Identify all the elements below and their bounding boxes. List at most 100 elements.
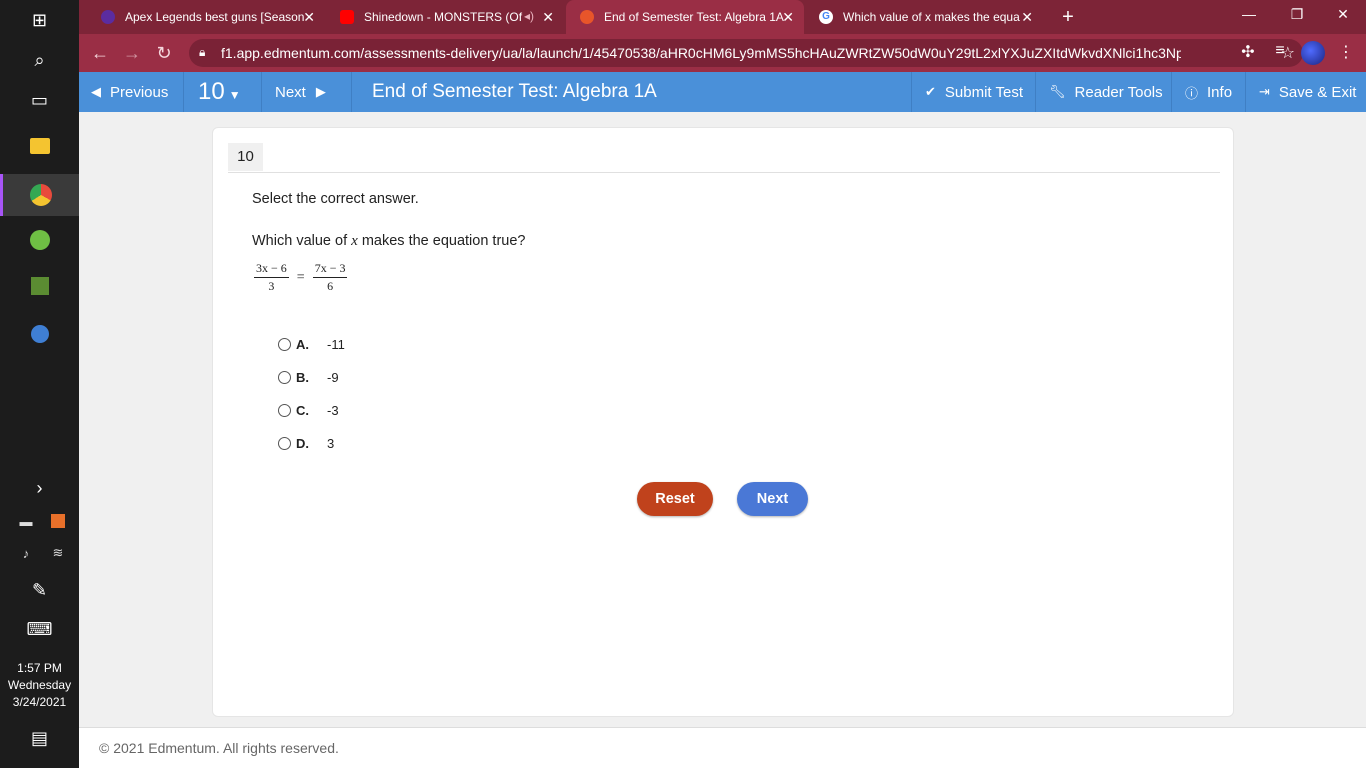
- previous-button[interactable]: ◀ Previous: [79, 72, 184, 112]
- close-icon[interactable]: ✕: [782, 9, 794, 26]
- minecraft-taskbar-icon[interactable]: [0, 266, 79, 306]
- close-icon[interactable]: ✕: [303, 9, 315, 26]
- question-prompt: Which value of x makes the equation true…: [252, 233, 525, 250]
- restore-icon[interactable]: ❐: [1287, 6, 1307, 23]
- audio-playing-icon[interactable]: ◂): [524, 9, 534, 23]
- choice-value: 3: [327, 435, 335, 451]
- file-explorer-icon[interactable]: [0, 126, 79, 166]
- radio-button[interactable]: [278, 403, 291, 417]
- lock-icon[interactable]: 🔒︎: [199, 45, 205, 60]
- question-instruction: Select the correct answer.: [252, 191, 419, 207]
- address-bar[interactable]: 🔒︎ f1.app.edmentum.com/assessments-deliv…: [189, 39, 1303, 67]
- windows-taskbar: ⊞ ⌕ ▭ › ▬ ♪ ≋ ✎ ⌨ 1:57 PM Wednesday 3/24…: [0, 0, 79, 768]
- next-button[interactable]: Next: [737, 482, 808, 516]
- app2-taskbar-icon[interactable]: [0, 314, 79, 354]
- prompt-after: makes the equation true?: [357, 233, 526, 249]
- equation: 3x − 6 3 = 7x − 3 6: [254, 261, 348, 294]
- right-denominator: 6: [327, 279, 334, 293]
- sign-out-icon: ⇥: [1259, 84, 1270, 99]
- profile-avatar[interactable]: [1301, 41, 1325, 65]
- task-view-icon[interactable]: ▭: [0, 80, 79, 120]
- tray-app-icon[interactable]: [48, 511, 68, 531]
- system-clock[interactable]: 1:57 PM Wednesday 3/24/2021: [0, 660, 79, 711]
- previous-label: Previous: [110, 83, 169, 101]
- reset-button[interactable]: Reset: [637, 482, 713, 516]
- question-selector-dropdown[interactable]: 10 ▼: [184, 72, 262, 112]
- left-denominator: 3: [268, 279, 275, 293]
- choice-letter: C.: [296, 402, 309, 418]
- edmentum-favicon-icon: [580, 10, 594, 24]
- chrome-taskbar-icon[interactable]: [0, 174, 79, 216]
- left-fraction: 3x − 6 3: [254, 261, 289, 294]
- submit-test-label: Submit Test: [944, 83, 1023, 101]
- back-icon[interactable]: ←: [89, 42, 111, 64]
- info-button[interactable]: ⓘ Info: [1172, 72, 1246, 112]
- url-text[interactable]: f1.app.edmentum.com/assessments-delivery…: [221, 45, 1181, 61]
- choice-c[interactable]: C. -3: [278, 400, 339, 420]
- new-tab-button[interactable]: +: [1056, 5, 1080, 29]
- choice-a[interactable]: A. -11: [278, 334, 345, 354]
- choice-letter: B.: [296, 369, 309, 385]
- search-icon[interactable]: ⌕: [0, 40, 79, 80]
- choice-d[interactable]: D. 3: [278, 433, 334, 453]
- browser-tab-strip: Apex Legends best guns [Season ✕ Shinedo…: [79, 0, 1366, 34]
- prompt-variable: x: [351, 233, 358, 249]
- pen-icon[interactable]: ✎: [0, 570, 79, 610]
- tab-end-of-semester-test[interactable]: End of Semester Test: Algebra 1A ✕: [566, 0, 804, 34]
- media-control-icon[interactable]: ≡: [1269, 42, 1291, 60]
- keyboard-icon[interactable]: ⌨: [0, 609, 79, 649]
- info-label: Info: [1207, 83, 1233, 101]
- equals-sign: =: [296, 269, 305, 285]
- chrome-menu-icon[interactable]: ⋮: [1335, 42, 1357, 62]
- choice-letter: D.: [296, 435, 309, 451]
- next-header-label: Next: [275, 83, 306, 101]
- google-icon: G: [819, 10, 833, 24]
- tab-google-search[interactable]: G Which value of x makes the equa ✕: [805, 0, 1043, 34]
- tab-shinedown[interactable]: Shinedown - MONSTERS (Of ◂) ✕: [326, 0, 564, 34]
- question-number: 10: [228, 143, 263, 171]
- check-circle-icon: ✔: [925, 84, 936, 99]
- test-header-bar: ◀ Previous 10 ▼ Next ▶ End of Semester T…: [79, 72, 1366, 112]
- windows-start-icon[interactable]: ⊞: [0, 0, 79, 40]
- window-close-icon[interactable]: ✕: [1333, 6, 1353, 23]
- reader-tools-button[interactable]: 🔧︎ Reader Tools: [1036, 72, 1172, 112]
- app-taskbar-icon[interactable]: [0, 220, 79, 260]
- clock-date: 3/24/2021: [12, 695, 67, 709]
- question-selector-value: 10: [198, 78, 225, 105]
- choice-letter: A.: [296, 336, 309, 352]
- right-fraction: 7x − 3 6: [312, 261, 348, 294]
- chevron-right-icon[interactable]: ›: [0, 468, 79, 508]
- question-card: 10 Select the correct answer. Which valu…: [212, 127, 1234, 717]
- close-icon[interactable]: ✕: [1021, 9, 1033, 26]
- tab-favicon-icon: [101, 10, 115, 24]
- reload-icon[interactable]: ↻: [153, 42, 175, 64]
- radio-button[interactable]: [278, 370, 291, 384]
- extensions-icon[interactable]: ✣: [1237, 42, 1259, 62]
- tab-title: Which value of x makes the equa: [843, 10, 1020, 24]
- wifi-icon[interactable]: ≋: [48, 543, 68, 563]
- radio-button[interactable]: [278, 337, 291, 351]
- forward-icon[interactable]: →: [121, 42, 143, 64]
- page-title: End of Semester Test: Algebra 1A: [372, 81, 657, 102]
- tab-title: End of Semester Test: Algebra 1A: [604, 10, 784, 24]
- notifications-icon[interactable]: ▤: [0, 718, 79, 758]
- divider: [228, 172, 1220, 173]
- battery-icon[interactable]: ▬: [16, 511, 36, 531]
- info-icon: ⓘ: [1185, 85, 1199, 101]
- arrow-right-circle-icon: ▶: [315, 84, 326, 99]
- footer: © 2021 Edmentum. All rights reserved.: [79, 727, 1366, 768]
- volume-icon[interactable]: ♪: [16, 543, 36, 563]
- youtube-icon: [340, 10, 354, 24]
- right-numerator: 7x − 3: [312, 261, 348, 278]
- choice-value: -11: [327, 336, 345, 352]
- tab-title: Shinedown - MONSTERS (Of: [364, 10, 523, 24]
- next-header-button[interactable]: Next ▶: [262, 72, 352, 112]
- close-icon[interactable]: ✕: [542, 9, 554, 26]
- tab-apex-legends[interactable]: Apex Legends best guns [Season ✕: [87, 0, 325, 34]
- save-exit-button[interactable]: ⇥ Save & Exit: [1246, 72, 1366, 112]
- main-content: 10 Select the correct answer. Which valu…: [79, 112, 1366, 727]
- radio-button[interactable]: [278, 436, 291, 450]
- choice-b[interactable]: B. -9: [278, 367, 339, 387]
- submit-test-button[interactable]: ✔ Submit Test: [911, 72, 1036, 112]
- minimize-icon[interactable]: —: [1239, 6, 1259, 22]
